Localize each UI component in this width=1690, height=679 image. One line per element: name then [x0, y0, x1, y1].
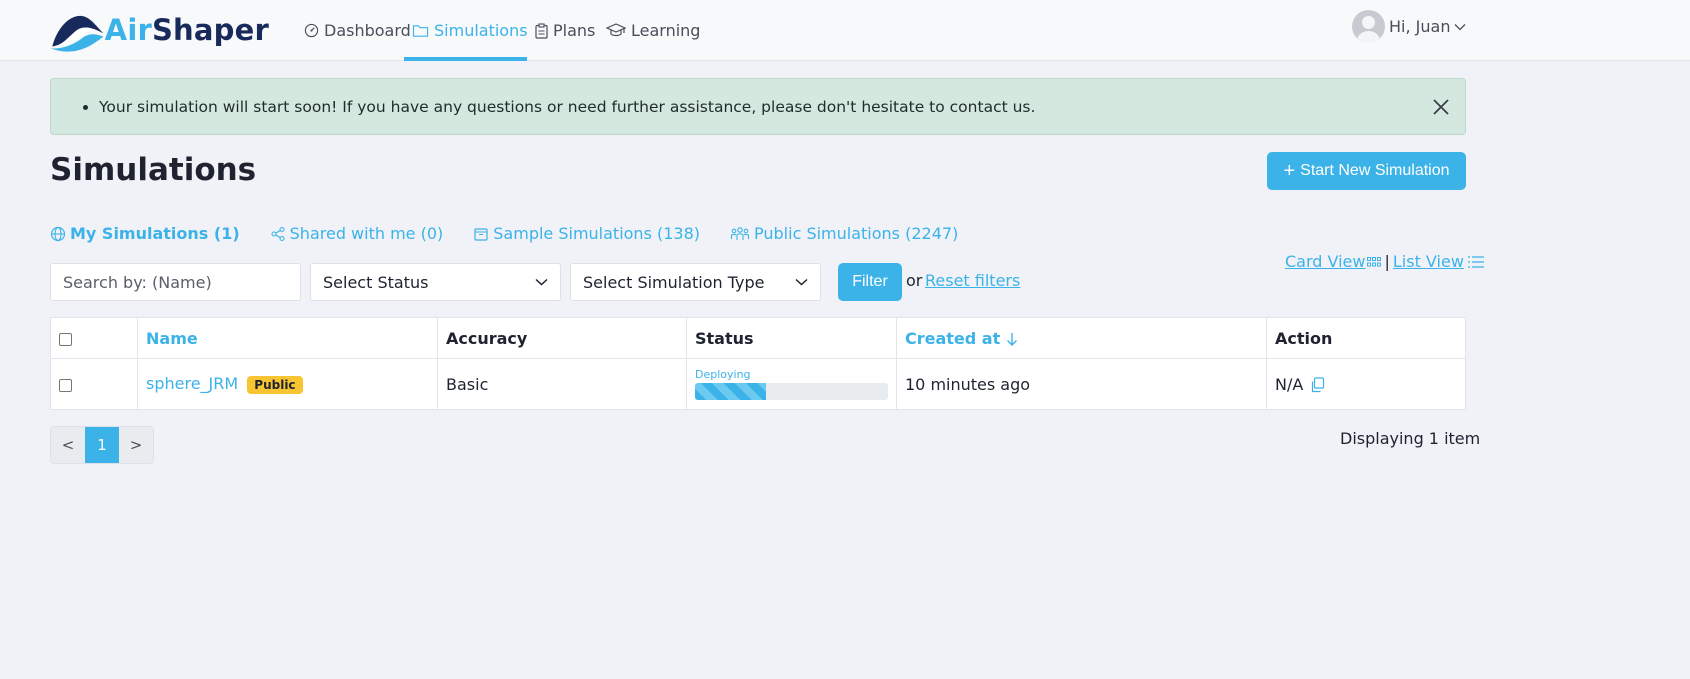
- header-name[interactable]: Name: [137, 317, 438, 359]
- user-greeting: Hi, Juan: [1389, 17, 1451, 36]
- header-created-at[interactable]: Created at: [896, 317, 1267, 359]
- nav-label: Dashboard: [324, 21, 411, 40]
- user-menu[interactable]: Hi, Juan: [1352, 10, 1466, 43]
- gauge-icon: [304, 23, 319, 38]
- chevron-down-icon: [795, 278, 808, 286]
- action-value: N/A: [1275, 374, 1304, 394]
- filter-button[interactable]: Filter: [838, 263, 902, 301]
- tab-label: Public Simulations (2247): [754, 224, 959, 243]
- displaying-count: Displaying 1 item: [1340, 429, 1481, 448]
- simulation-name-link[interactable]: sphere_JRM: [146, 374, 238, 393]
- chevron-down-icon: [1454, 23, 1466, 31]
- header-accuracy: Accuracy: [437, 317, 687, 359]
- simulation-type-select[interactable]: Select Simulation Type: [570, 263, 821, 301]
- top-navbar: AirShaper Dashboard Simulations Plans Le…: [0, 0, 1690, 61]
- accuracy-cell: Basic: [437, 358, 687, 410]
- header-created-label: Created at: [905, 328, 1001, 348]
- name-cell: sphere_JRM Public: [137, 358, 438, 410]
- view-switcher: Card View | List View: [1285, 252, 1484, 271]
- card-view-link[interactable]: Card View: [1285, 252, 1382, 271]
- arrow-down-icon: [1006, 332, 1018, 347]
- tab-my-simulations[interactable]: My Simulations (1): [50, 224, 240, 243]
- view-separator: |: [1384, 252, 1390, 271]
- select-all-checkbox[interactable]: [59, 332, 72, 346]
- plus-icon: +: [1283, 160, 1296, 182]
- nav-plans[interactable]: Plans: [527, 0, 598, 61]
- logo-mark-icon: [50, 15, 104, 52]
- graduation-cap-icon: [606, 23, 626, 38]
- simulations-table: Name Accuracy Status Created at Action s…: [50, 317, 1466, 410]
- list-view-link[interactable]: List View: [1393, 252, 1484, 271]
- public-badge: Public: [247, 375, 303, 394]
- next-page-button[interactable]: >: [119, 427, 153, 463]
- header-action: Action: [1266, 317, 1466, 359]
- nav-dashboard[interactable]: Dashboard: [296, 0, 411, 61]
- nav-learning[interactable]: Learning: [598, 0, 708, 61]
- type-select-value: Select Simulation Type: [583, 272, 765, 292]
- close-icon[interactable]: [1431, 97, 1451, 117]
- main-nav: Dashboard Simulations Plans Learning: [296, 0, 708, 61]
- tab-sample-simulations[interactable]: Sample Simulations (138): [473, 224, 700, 243]
- reset-filters-link[interactable]: Reset filters: [925, 271, 1020, 290]
- table-header-row: Name Accuracy Status Created at Action: [50, 317, 1466, 359]
- progress-fill: [695, 383, 767, 400]
- page-title: Simulations: [50, 152, 257, 188]
- nav-label: Simulations: [434, 21, 528, 40]
- globe-icon: [50, 226, 66, 242]
- nav-label: Plans: [553, 21, 596, 40]
- simulation-tabs: My Simulations (1) Shared with me (0) Sa…: [50, 224, 988, 243]
- tab-label: Sample Simulations (138): [493, 224, 701, 243]
- tab-label: Shared with me (0): [289, 224, 444, 243]
- box-icon: [473, 226, 489, 242]
- status-label: Deploying: [695, 368, 751, 381]
- status-progress-bar: [695, 383, 888, 400]
- page-1-button[interactable]: 1: [85, 427, 119, 463]
- tab-shared-with-me[interactable]: Shared with me (0): [270, 224, 444, 243]
- start-new-simulation-button[interactable]: + Start New Simulation: [1267, 152, 1466, 190]
- search-input[interactable]: [50, 263, 301, 301]
- status-select[interactable]: Select Status: [310, 263, 561, 301]
- tab-label: My Simulations (1): [70, 224, 240, 243]
- prev-page-button[interactable]: <: [51, 427, 85, 463]
- select-all-cell: [50, 317, 138, 359]
- button-label: Start New Simulation: [1300, 162, 1450, 179]
- avatar: [1352, 10, 1385, 43]
- airshaper-logo[interactable]: AirShaper: [49, 4, 269, 56]
- action-cell: N/A: [1266, 358, 1466, 410]
- folder-icon: [412, 23, 429, 38]
- list-icon: [1467, 255, 1484, 268]
- row-checkbox[interactable]: [59, 378, 72, 392]
- nav-simulations[interactable]: Simulations: [404, 0, 528, 61]
- card-view-label: Card View: [1285, 252, 1366, 271]
- status-select-value: Select Status: [323, 272, 429, 292]
- created-cell: 10 minutes ago: [896, 358, 1267, 410]
- people-icon: [730, 226, 750, 242]
- table-row: sphere_JRM Public Basic Deploying 10 min…: [50, 358, 1466, 410]
- grid-icon: [1367, 256, 1382, 267]
- list-view-label: List View: [1392, 252, 1464, 271]
- status-cell: Deploying: [686, 358, 897, 410]
- success-alert: Your simulation will start soon! If you …: [50, 78, 1466, 135]
- pagination: < 1 >: [50, 426, 154, 464]
- header-status: Status: [686, 317, 897, 359]
- alert-message: Your simulation will start soon! If you …: [99, 98, 1035, 116]
- copy-icon[interactable]: [1310, 377, 1325, 393]
- clipboard-icon: [535, 22, 548, 39]
- row-select-cell: [50, 358, 138, 410]
- brand-name: AirShaper: [104, 13, 269, 47]
- share-icon: [270, 226, 286, 242]
- chevron-down-icon: [535, 278, 548, 286]
- tab-public-simulations[interactable]: Public Simulations (2247): [730, 224, 958, 243]
- or-text: or: [906, 271, 923, 290]
- nav-label: Learning: [631, 21, 701, 40]
